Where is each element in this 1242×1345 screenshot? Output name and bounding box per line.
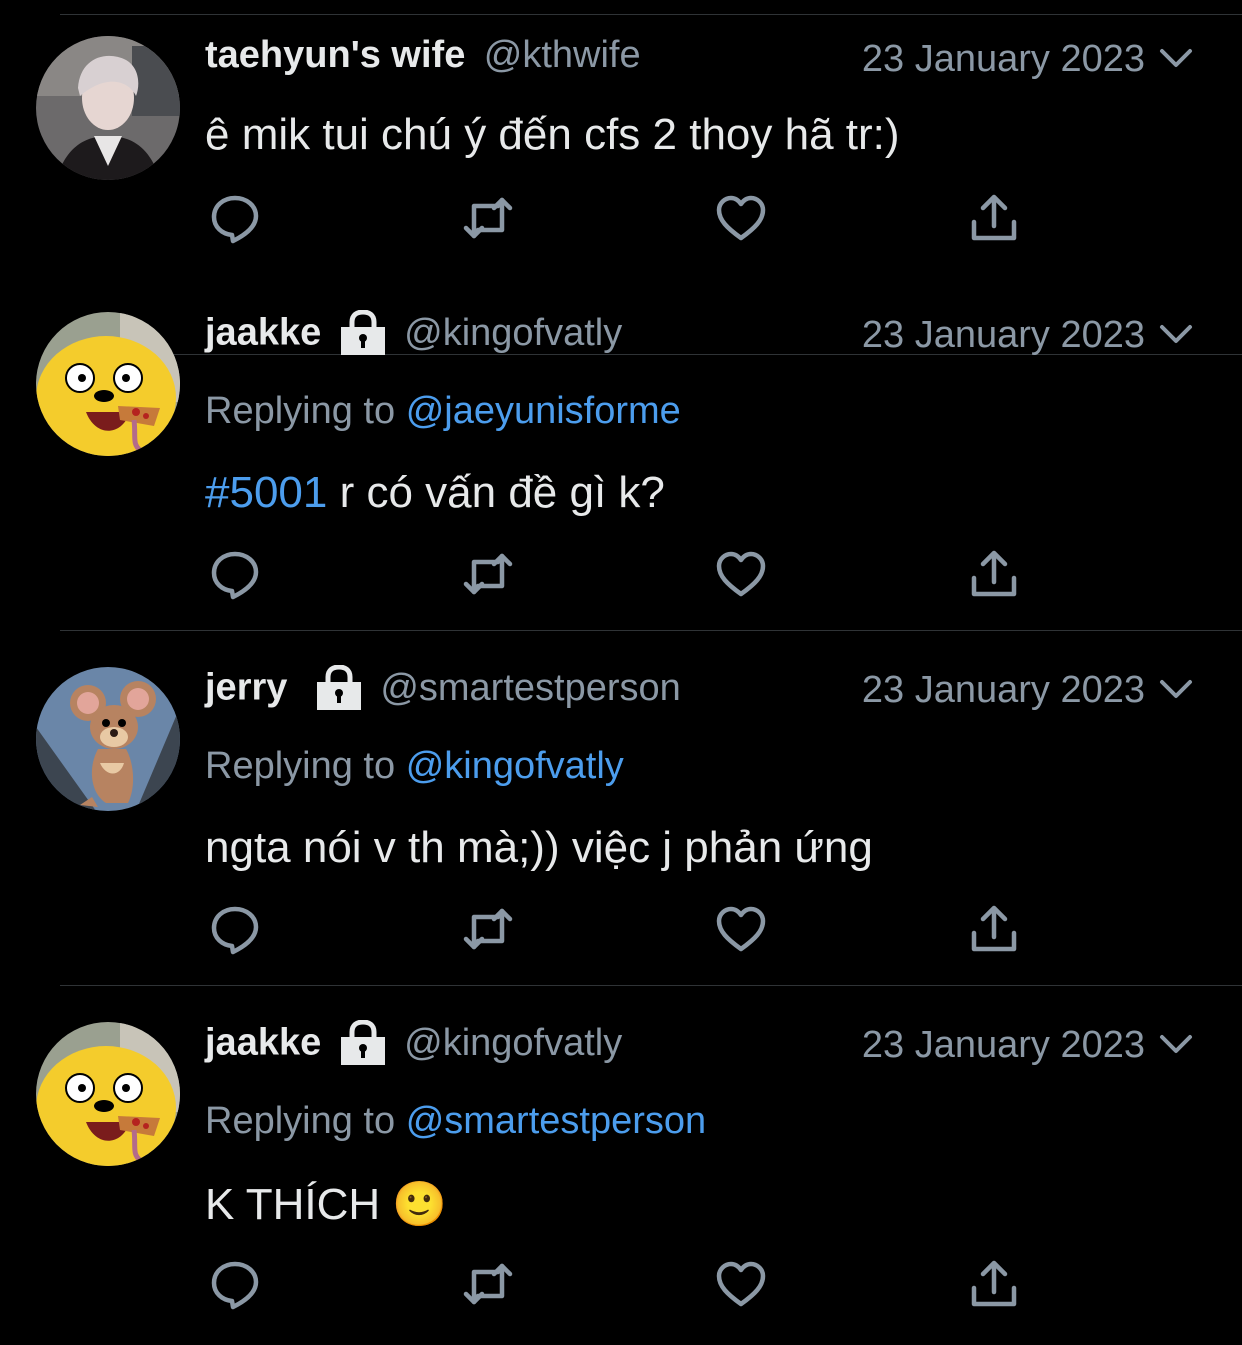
- share-icon: [971, 1260, 1017, 1307]
- replying-to-line: Replying to @jaeyunisforme: [205, 390, 681, 433]
- hashtag-link[interactable]: #5001: [205, 468, 327, 517]
- share-button[interactable]: [966, 190, 1022, 246]
- like-button[interactable]: [713, 901, 769, 957]
- reply-icon: [211, 1261, 259, 1310]
- tweet-date: 23 January 2023: [861, 669, 1145, 711]
- tweet-text: #5001 r có vấn đề gì k?: [205, 468, 665, 518]
- tweet-date: 23 January 2023: [861, 1024, 1145, 1066]
- user-handle[interactable]: @kingofvatly: [404, 1022, 622, 1064]
- chevron-down-icon[interactable]: [1158, 1032, 1194, 1056]
- replying-label: Replying to: [205, 390, 396, 432]
- lock-icon: [340, 1020, 385, 1065]
- retweet-icon: [463, 908, 513, 950]
- heart-icon: [716, 551, 766, 597]
- retweet-button[interactable]: [460, 1256, 516, 1312]
- like-button[interactable]: [713, 1256, 769, 1312]
- retweet-button[interactable]: [460, 901, 516, 957]
- like-button[interactable]: [713, 190, 769, 246]
- user-handle[interactable]: @kingofvatly: [404, 312, 622, 354]
- share-button[interactable]: [966, 901, 1022, 957]
- jake-avatar-image: [36, 1022, 180, 1166]
- reply-icon: [211, 906, 259, 955]
- tweet-body: ngta nói v th mà;)) việc j phản ứng: [205, 823, 873, 872]
- replying-label: Replying to: [205, 745, 396, 787]
- jake-avatar-image: [36, 312, 180, 456]
- reply-icon: [211, 551, 259, 600]
- share-icon: [971, 550, 1017, 597]
- tweet-text: K THÍCH 🙂: [205, 1178, 447, 1230]
- lock-icon: [316, 665, 361, 710]
- reply-button[interactable]: [207, 546, 263, 602]
- share-icon: [971, 194, 1017, 241]
- display-name[interactable]: taehyun's wife: [205, 34, 465, 76]
- tweet-body: ê mik tui chú ý đến cfs 2 thoy hã tr:): [205, 110, 900, 159]
- retweet-icon: [463, 1263, 513, 1305]
- jerry-avatar-image: [36, 667, 180, 811]
- heart-icon: [716, 195, 766, 241]
- tweet-actions: [0, 546, 1242, 602]
- avatar[interactable]: [36, 1022, 180, 1166]
- like-button[interactable]: [713, 546, 769, 602]
- mention-link[interactable]: @kingofvatly: [406, 745, 624, 787]
- chevron-down-icon[interactable]: [1158, 322, 1194, 346]
- user-handle[interactable]: @smartestperson: [380, 667, 680, 709]
- replying-label: Replying to: [205, 1100, 396, 1142]
- retweet-button[interactable]: [460, 546, 516, 602]
- tweet[interactable]: jaakke @kingofvatly 23 January 2023 Repl…: [0, 276, 1242, 631]
- user-handle[interactable]: @kthwife: [484, 34, 641, 76]
- replying-to-line: Replying to @smartestperson: [205, 1100, 706, 1143]
- tweet-text: ngta nói v th mà;)) việc j phản ứng: [205, 823, 873, 873]
- reply-button[interactable]: [207, 901, 263, 957]
- display-name[interactable]: jaakke: [205, 312, 321, 354]
- tweet-actions: [0, 901, 1242, 957]
- display-name[interactable]: jaakke: [205, 1022, 321, 1064]
- tweet-actions: [0, 190, 1242, 246]
- heart-icon: [716, 906, 766, 952]
- mention-link[interactable]: @jaeyunisforme: [406, 390, 681, 432]
- heart-icon: [716, 1261, 766, 1307]
- tweet-body: K THÍCH 🙂: [205, 1180, 448, 1229]
- tweet-text: ê mik tui chú ý đến cfs 2 thoy hã tr:): [205, 110, 900, 160]
- chevron-down-icon[interactable]: [1158, 677, 1194, 701]
- replying-to-line: Replying to @kingofvatly: [205, 745, 624, 788]
- share-button[interactable]: [966, 546, 1022, 602]
- tweet-date: 23 January 2023: [861, 314, 1145, 356]
- chevron-down-icon[interactable]: [1158, 46, 1194, 70]
- reply-icon: [211, 195, 259, 244]
- boy-avatar-image: [36, 36, 180, 180]
- display-name[interactable]: jerry: [205, 667, 287, 709]
- tweet-body: r có vấn đề gì k?: [327, 468, 665, 517]
- tweet-actions: [0, 1256, 1242, 1312]
- share-icon: [971, 905, 1017, 952]
- retweet-icon: [463, 553, 513, 595]
- avatar[interactable]: [36, 312, 180, 456]
- tweet[interactable]: jerry @smartestperson 23 January 2023 Re…: [0, 631, 1242, 986]
- retweet-icon: [463, 197, 513, 239]
- avatar[interactable]: [36, 667, 180, 811]
- reply-button[interactable]: [207, 190, 263, 246]
- retweet-button[interactable]: [460, 190, 516, 246]
- avatar[interactable]: [36, 36, 180, 180]
- tweet[interactable]: jaakke @kingofvatly 23 January 2023 Repl…: [0, 986, 1242, 1341]
- reply-button[interactable]: [207, 1256, 263, 1312]
- lock-icon: [340, 310, 385, 355]
- mention-link[interactable]: @smartestperson: [406, 1100, 706, 1142]
- share-button[interactable]: [966, 1256, 1022, 1312]
- tweet-date: 23 January 2023: [861, 38, 1145, 80]
